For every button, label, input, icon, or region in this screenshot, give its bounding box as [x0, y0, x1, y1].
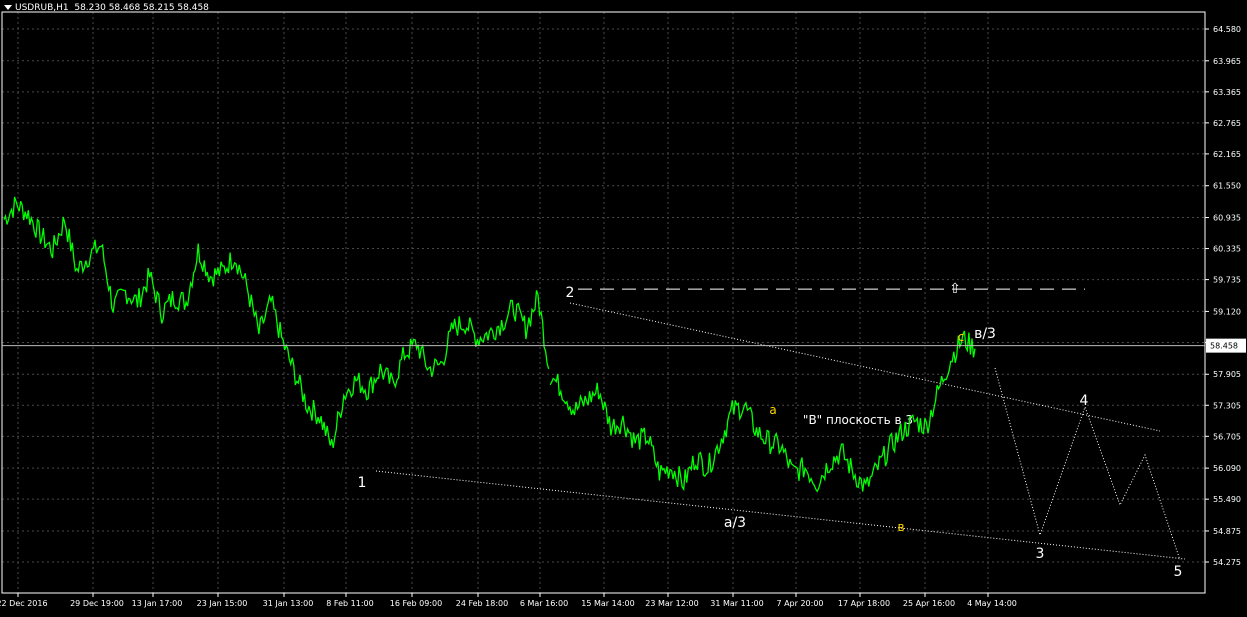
- y-axis: 64.580 63.965 63.365 62.765 62.165 61.550 60.9…: [1205, 25, 1241, 567]
- x-tick-label: 29 Dec 19:00: [70, 599, 124, 608]
- current-price-label: 58.458: [1210, 342, 1238, 351]
- wave-label: в: [897, 520, 904, 534]
- y-tick-label: 56.090: [1213, 464, 1241, 473]
- dropdown-arrow-icon[interactable]: [4, 5, 12, 10]
- price-series: [3, 196, 976, 493]
- y-tick-label: 63.965: [1213, 57, 1241, 66]
- x-tick-label: 23 Mar 12:00: [645, 599, 698, 608]
- up-arrow-icon: ⇧: [949, 281, 961, 297]
- ohlc-readout: 58.230 58.468 58.215 58.458: [74, 3, 209, 13]
- x-tick-label: 31 Mar 11:00: [710, 599, 763, 608]
- y-tick-label: 56.705: [1213, 432, 1241, 441]
- x-tick-label: 16 Feb 09:00: [390, 599, 442, 608]
- grid: [2, 12, 1205, 593]
- x-tick-label: 22 Dec 2016: [0, 599, 48, 608]
- wave-annotation: "B" плоскость в 3: [803, 413, 913, 427]
- y-tick-label: 57.305: [1213, 401, 1241, 410]
- y-tick-label: 57.905: [1213, 370, 1241, 379]
- x-tick-label: 4 May 14:00: [967, 599, 1017, 608]
- wave-label: 1: [358, 475, 367, 491]
- x-tick-label: 23 Jan 15:00: [197, 599, 248, 608]
- wave-labels: 1 2 a/3 a в c в/3 3 4 5: [358, 285, 1183, 580]
- x-tick-label: 15 Mar 14:00: [581, 599, 634, 608]
- x-tick-label: 31 Jan 13:00: [263, 599, 314, 608]
- y-tick-label: 62.165: [1213, 150, 1241, 159]
- x-tick-label: 25 Apr 16:00: [903, 599, 955, 608]
- wave-label: 2: [566, 285, 575, 301]
- y-tick-label: 61.550: [1213, 182, 1241, 191]
- x-axis: 22 Dec 2016 29 Dec 19:00 13 Jan 17:00 23 Ja…: [0, 593, 1017, 608]
- wave-label: 5: [1174, 564, 1183, 580]
- wave-label: в/3: [974, 326, 996, 342]
- price-line: [549, 330, 976, 493]
- price-line: [3, 196, 550, 449]
- y-tick-label: 54.275: [1213, 558, 1241, 567]
- wave-overlays: ⇧ "B" плоскость в 3: [375, 281, 1186, 561]
- y-tick-label: 54.875: [1213, 527, 1241, 536]
- x-tick-label: 8 Feb 11:00: [326, 599, 373, 608]
- x-tick-label: 7 Apr 20:00: [776, 599, 823, 608]
- wave-label: a: [769, 403, 776, 417]
- y-tick-label: 59.120: [1213, 307, 1241, 316]
- symbol-label: USDRUB,H1: [15, 3, 69, 13]
- y-tick-label: 60.335: [1213, 245, 1241, 254]
- lower-trend-line: [375, 470, 1186, 560]
- y-tick-label: 63.365: [1213, 88, 1241, 97]
- wave-label: 3: [1036, 546, 1045, 562]
- current-price-tag: 58.458: [2, 338, 1246, 353]
- wave-label: c: [958, 330, 965, 344]
- upper-trend-line: [569, 302, 1161, 432]
- x-tick-label: 13 Jan 17:00: [132, 599, 183, 608]
- chart-container[interactable]: USDRUB,H1 58.230 58.468 58.215 58.458 64…: [0, 0, 1247, 613]
- x-tick-label: 6 Mar 16:00: [520, 599, 568, 608]
- price-chart[interactable]: 64.580 63.965 63.365 62.765 62.165 61.550 60.9…: [0, 0, 1247, 613]
- wave-label: a/3: [724, 515, 746, 531]
- y-tick-label: 59.735: [1213, 276, 1241, 285]
- chart-header: USDRUB,H1 58.230 58.468 58.215 58.458: [4, 3, 209, 13]
- y-tick-label: 55.490: [1213, 495, 1241, 504]
- wave-label: 4: [1080, 393, 1089, 409]
- x-tick-label: 24 Feb 18:00: [456, 599, 508, 608]
- x-tick-label: 17 Apr 18:00: [838, 599, 890, 608]
- y-tick-label: 60.935: [1213, 214, 1241, 223]
- y-tick-label: 62.765: [1213, 119, 1241, 128]
- y-tick-label: 64.580: [1213, 25, 1241, 34]
